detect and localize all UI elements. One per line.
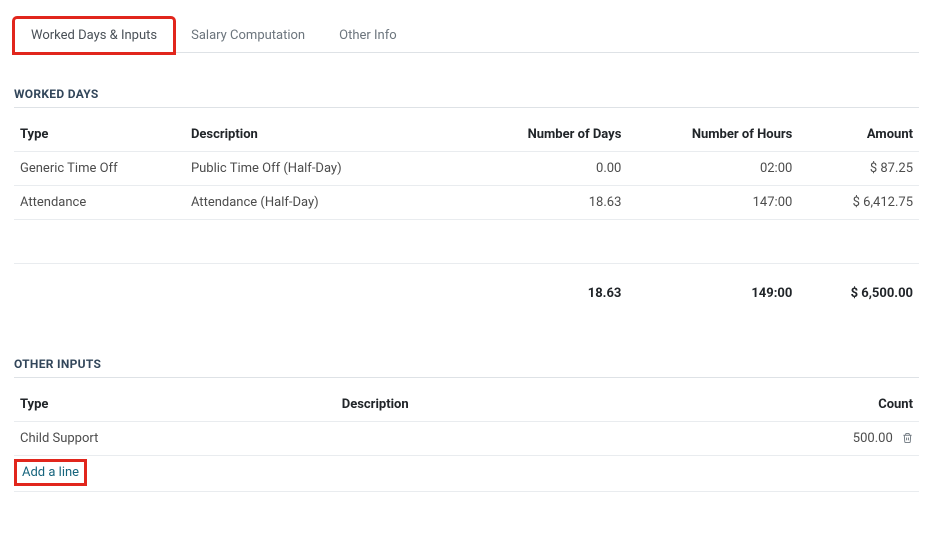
cell-desc: Attendance (Half-Day) <box>185 186 477 220</box>
total-amount: $ 6,500.00 <box>798 264 919 324</box>
tab-worked-days[interactable]: Worked Days & Inputs <box>14 18 174 53</box>
worked-days-col-hours: Number of Hours <box>627 118 798 152</box>
total-days: 18.63 <box>477 264 628 324</box>
worked-days-section-title: WORKED DAYS <box>14 87 919 108</box>
cell-days: 18.63 <box>477 186 628 220</box>
table-row[interactable]: Attendance Attendance (Half-Day) 18.63 1… <box>14 186 919 220</box>
delete-row-icon[interactable] <box>902 431 913 446</box>
tab-salary-computation[interactable]: Salary Computation <box>174 18 322 53</box>
other-inputs-table: Type Description Count Child Support 500… <box>14 388 919 492</box>
worked-days-col-days: Number of Days <box>477 118 628 152</box>
cell-days: 0.00 <box>477 152 628 186</box>
total-hours: 149:00 <box>627 264 798 324</box>
cell-type: Generic Time Off <box>14 152 185 186</box>
worked-days-col-amount: Amount <box>798 118 919 152</box>
worked-days-col-desc: Description <box>185 118 477 152</box>
totals-row: 18.63 149:00 $ 6,500.00 <box>14 264 919 324</box>
cell-desc <box>336 422 778 456</box>
cell-desc: Public Time Off (Half-Day) <box>185 152 477 186</box>
add-line-button[interactable]: Add a line <box>18 463 83 482</box>
other-inputs-col-desc: Description <box>336 388 778 422</box>
count-value: 500.00 <box>853 431 893 446</box>
other-inputs-col-count: Count <box>778 388 919 422</box>
cell-amount: $ 6,412.75 <box>798 186 919 220</box>
cell-type: Attendance <box>14 186 185 220</box>
cell-amount: $ 87.25 <box>798 152 919 186</box>
spacer-row <box>14 220 919 264</box>
cell-hours: 147:00 <box>627 186 798 220</box>
other-inputs-section-title: OTHER INPUTS <box>14 357 919 378</box>
worked-days-col-type: Type <box>14 118 185 152</box>
table-row[interactable]: Child Support 500.00 <box>14 422 919 456</box>
tabs-bar: Worked Days & Inputs Salary Computation … <box>14 18 919 53</box>
add-line-row: Add a line <box>14 456 919 492</box>
cell-type: Child Support <box>14 422 336 456</box>
other-inputs-col-type: Type <box>14 388 336 422</box>
cell-count: 500.00 <box>778 422 919 456</box>
table-row[interactable]: Generic Time Off Public Time Off (Half-D… <box>14 152 919 186</box>
tab-other-info[interactable]: Other Info <box>322 18 414 53</box>
worked-days-table: Type Description Number of Days Number o… <box>14 118 919 323</box>
cell-hours: 02:00 <box>627 152 798 186</box>
